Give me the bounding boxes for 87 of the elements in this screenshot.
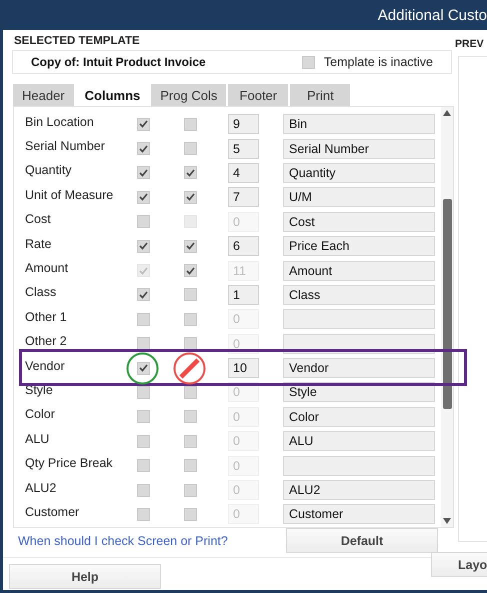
title-field[interactable]: Vendor	[283, 358, 435, 378]
column-name: ALU2	[25, 480, 58, 495]
section-label: SELECTED TEMPLATE	[14, 35, 141, 47]
column-name: Class	[25, 285, 58, 300]
column-name: Color	[25, 407, 56, 422]
column-name: Amount	[25, 261, 70, 276]
order-field[interactable]: 5	[228, 138, 259, 159]
screen-checkbox[interactable]	[136, 362, 150, 375]
title-field[interactable]: ALU2	[283, 480, 435, 500]
window-title: Additional Custo	[378, 6, 487, 24]
default-button[interactable]: Default	[286, 528, 438, 553]
column-name: Rate	[25, 236, 52, 251]
column-name: Vendor	[25, 358, 66, 373]
order-field[interactable]: 4	[228, 162, 259, 183]
screen-checkbox[interactable]	[136, 190, 150, 204]
title-field[interactable]: ALU	[283, 431, 435, 452]
order-field[interactable]: 9	[228, 114, 259, 134]
column-name: Style	[25, 382, 54, 397]
print-checkbox[interactable]	[184, 312, 196, 326]
screen-checkbox[interactable]	[136, 386, 150, 399]
screen-checkbox[interactable]	[136, 240, 150, 253]
screen-checkbox[interactable]	[136, 312, 150, 326]
order-field[interactable]: 1	[228, 284, 259, 305]
print-checkbox[interactable]	[184, 142, 196, 156]
help-link[interactable]: When should I check Screen or Print?	[18, 534, 228, 548]
print-checkbox[interactable]	[184, 118, 196, 131]
print-checkbox[interactable]	[184, 410, 196, 424]
layout-button[interactable]: Layo	[431, 552, 487, 577]
screen-checkbox[interactable]	[136, 410, 150, 424]
print-checkbox[interactable]	[184, 240, 196, 253]
order-field[interactable]: 7	[228, 187, 259, 208]
screen-checkbox[interactable]	[136, 142, 150, 156]
title-field[interactable]: Serial Number	[283, 138, 435, 159]
tab[interactable]: Footer	[228, 84, 288, 106]
print-checkbox[interactable]	[184, 484, 196, 497]
column-name: Quantity	[25, 163, 73, 178]
print-checkbox[interactable]	[184, 459, 196, 472]
title-field[interactable]: Color	[283, 406, 435, 427]
tab[interactable]: Print	[290, 84, 350, 106]
screen-checkbox[interactable]	[136, 288, 150, 302]
title-field[interactable]: Customer	[283, 504, 435, 524]
column-name: Other 2	[25, 334, 68, 348]
screen-checkbox[interactable]	[136, 118, 150, 131]
column-name: ALU	[25, 432, 50, 446]
template-name: Copy of: Intuit Product Invoice	[31, 55, 206, 69]
print-checkbox[interactable]	[184, 288, 196, 302]
print-checkbox[interactable]	[184, 386, 196, 399]
screen-checkbox[interactable]	[136, 215, 150, 228]
column-name: Other 1	[25, 310, 68, 324]
screen-checkbox[interactable]	[136, 434, 150, 448]
print-checkbox[interactable]	[184, 190, 196, 204]
print-checkbox[interactable]	[184, 166, 196, 180]
print-checkbox[interactable]	[184, 508, 196, 521]
title-field[interactable]: Price Each	[283, 236, 435, 256]
screen-checkbox[interactable]	[136, 459, 150, 472]
scrollbar[interactable]	[441, 107, 453, 527]
column-name: Cost	[25, 212, 52, 226]
order-field[interactable]: 6	[228, 236, 259, 256]
title-field[interactable]: Quantity	[283, 162, 435, 183]
screen-checkbox[interactable]	[136, 337, 150, 350]
column-name: Unit of Measure	[25, 188, 114, 202]
title-field[interactable]	[283, 309, 435, 330]
title-field[interactable]: Class	[283, 284, 435, 305]
order-field[interactable]: 10	[228, 358, 259, 378]
print-checkbox[interactable]	[184, 264, 196, 278]
screen-checkbox[interactable]	[136, 166, 150, 180]
checkbox-label: Template is inactive	[324, 55, 433, 69]
column-name: Bin Location	[25, 114, 95, 129]
column-name: Serial Number	[25, 139, 106, 154]
screen-checkbox[interactable]	[136, 484, 150, 497]
title-field[interactable]: Cost	[283, 212, 435, 232]
screen-checkbox[interactable]	[136, 508, 150, 521]
tab[interactable]: Header	[13, 84, 74, 106]
title-field[interactable]	[283, 456, 435, 476]
title-field[interactable]: Amount	[283, 260, 435, 281]
circle-annotation	[126, 352, 159, 385]
tab[interactable]: Prog Cols	[151, 84, 226, 106]
help-button[interactable]: Help	[9, 564, 161, 589]
scroll-thumb[interactable]	[443, 199, 452, 409]
column-name: Customer	[25, 504, 80, 519]
prohibited-icon	[173, 352, 206, 385]
title-field[interactable]: Bin	[283, 114, 435, 134]
title-field[interactable]: U/M	[283, 187, 435, 208]
print-checkbox[interactable]	[184, 434, 196, 448]
preview-label: PREV	[455, 38, 485, 50]
column-name: Qty Price Break	[25, 456, 114, 470]
print-checkbox[interactable]	[184, 337, 196, 350]
